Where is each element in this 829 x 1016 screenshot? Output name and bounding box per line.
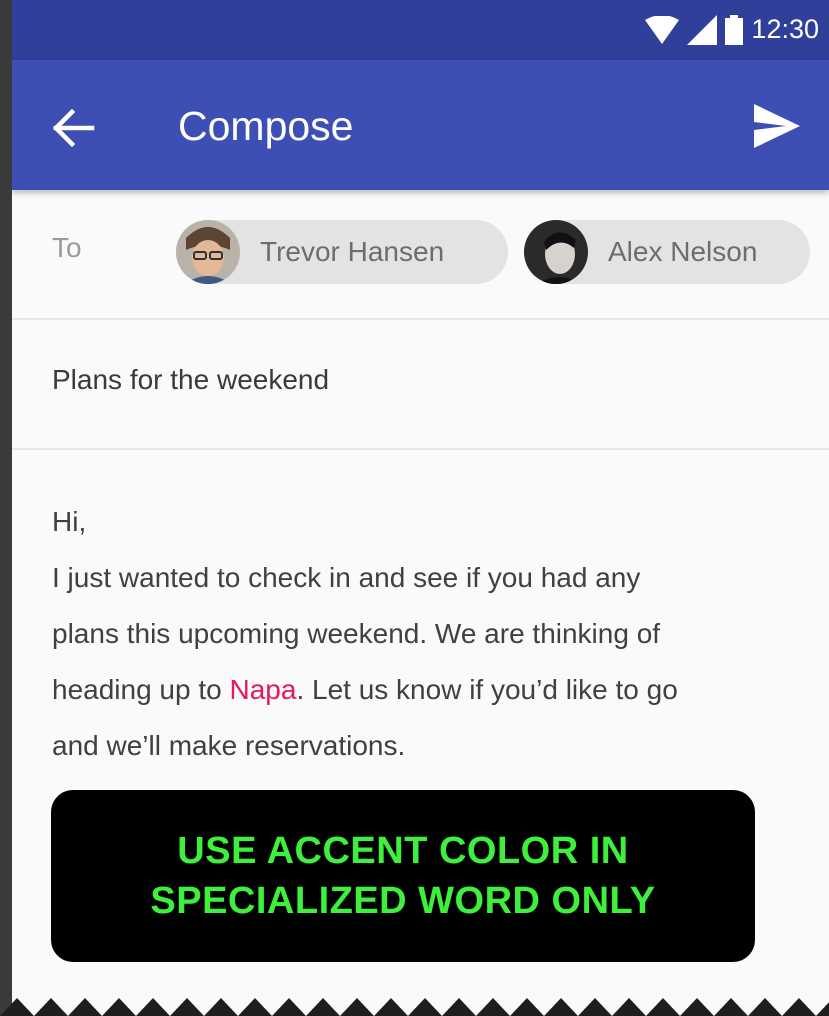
signal-icon <box>687 14 718 45</box>
body-text: . Let us know if you’d like to go <box>296 674 678 705</box>
recipient-chip[interactable]: Alex Nelson <box>524 220 810 284</box>
body-text: heading up to <box>52 674 230 705</box>
arrow-left-icon[interactable] <box>52 108 96 148</box>
avatar <box>524 220 588 284</box>
to-label: To <box>52 232 82 263</box>
app-bar: Compose <box>12 60 829 190</box>
page-title: Compose <box>178 103 354 149</box>
message-body[interactable]: Hi, I just wanted to check in and see if… <box>52 494 812 774</box>
accent-word: Napa <box>229 674 297 705</box>
status-time: 12:30 <box>751 14 819 44</box>
send-icon[interactable] <box>752 102 802 150</box>
torn-edge <box>0 998 829 1016</box>
body-line: heading up to Napa. Let us know if you’d… <box>52 662 812 718</box>
guideline-banner: USE ACCENT COLOR IN SPECIALIZED WORD ONL… <box>51 790 755 962</box>
subject-field[interactable]: Plans for the weekend <box>12 320 829 450</box>
recipient-name: Trevor Hansen <box>260 236 445 267</box>
avatar <box>176 220 240 284</box>
body-line: plans this upcoming weekend. We are thin… <box>52 618 661 649</box>
body-line: I just wanted to check in and see if you… <box>52 562 641 593</box>
battery-icon <box>725 14 744 45</box>
wifi-icon <box>645 15 680 44</box>
recipient-name: Alex Nelson <box>608 236 758 267</box>
status-icons: 12:30 <box>645 14 819 45</box>
banner-text: SPECIALIZED WORD ONLY <box>150 880 656 922</box>
recipient-chip[interactable]: Trevor Hansen <box>176 220 508 284</box>
body-line: and we’ll make reservations. <box>52 730 406 761</box>
body-line: Hi, <box>52 506 87 537</box>
subject-text: Plans for the weekend <box>52 364 330 395</box>
status-bar: 12:30 <box>12 0 829 60</box>
recipients-field[interactable]: To Trevor Hansen Alex Nelson <box>12 190 829 320</box>
banner-text: USE ACCENT COLOR IN <box>177 830 629 872</box>
